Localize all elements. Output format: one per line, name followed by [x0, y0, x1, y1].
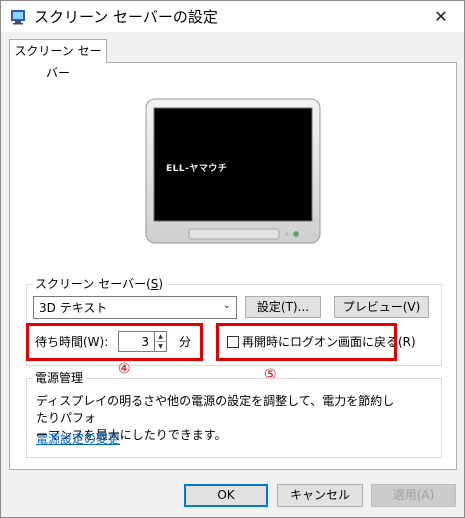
annotation-box-5 — [216, 323, 397, 361]
title-bar[interactable]: スクリーン セーバーの設定 ✕ — [1, 1, 464, 32]
apply-button[interactable]: 適用(A) — [371, 484, 456, 507]
preview-button[interactable]: プレビュー(V) — [334, 296, 429, 318]
preview-screen-text: ELL-ヤマウチ — [166, 164, 228, 174]
chevron-down-icon: ⌄ — [222, 300, 231, 311]
window-title: スクリーン セーバーの設定 — [34, 8, 218, 26]
power-description-line1: ディスプレイの明るさや他の電源の設定を調整して、電力を節約したりパフォ — [36, 394, 395, 425]
screensaver-select-value: 3D テキスト — [39, 301, 108, 315]
annotation-marker-4: ④ — [118, 361, 131, 377]
annotation-box-4 — [26, 323, 203, 361]
screensaver-select[interactable]: 3D テキスト ⌄ — [33, 296, 237, 319]
close-icon[interactable]: ✕ — [418, 1, 464, 32]
screensaver-group-legend: スクリーン セーバー(S) — [32, 277, 167, 291]
cancel-button[interactable]: キャンセル — [277, 484, 363, 507]
settings-button[interactable]: 設定(T)... — [245, 296, 321, 318]
power-group-legend: 電源管理 — [32, 371, 87, 385]
ok-button[interactable]: OK — [184, 484, 268, 507]
tab-screensaver[interactable]: スクリーン セーバー — [9, 39, 107, 80]
screensaver-settings-dialog: スクリーン セーバーの設定 ✕ スクリーン セーバー ELL-ヤマウチ スクリー… — [0, 0, 465, 518]
screensaver-app-icon — [11, 10, 25, 25]
change-power-settings-link[interactable]: 電源設定の変更 — [36, 431, 120, 447]
